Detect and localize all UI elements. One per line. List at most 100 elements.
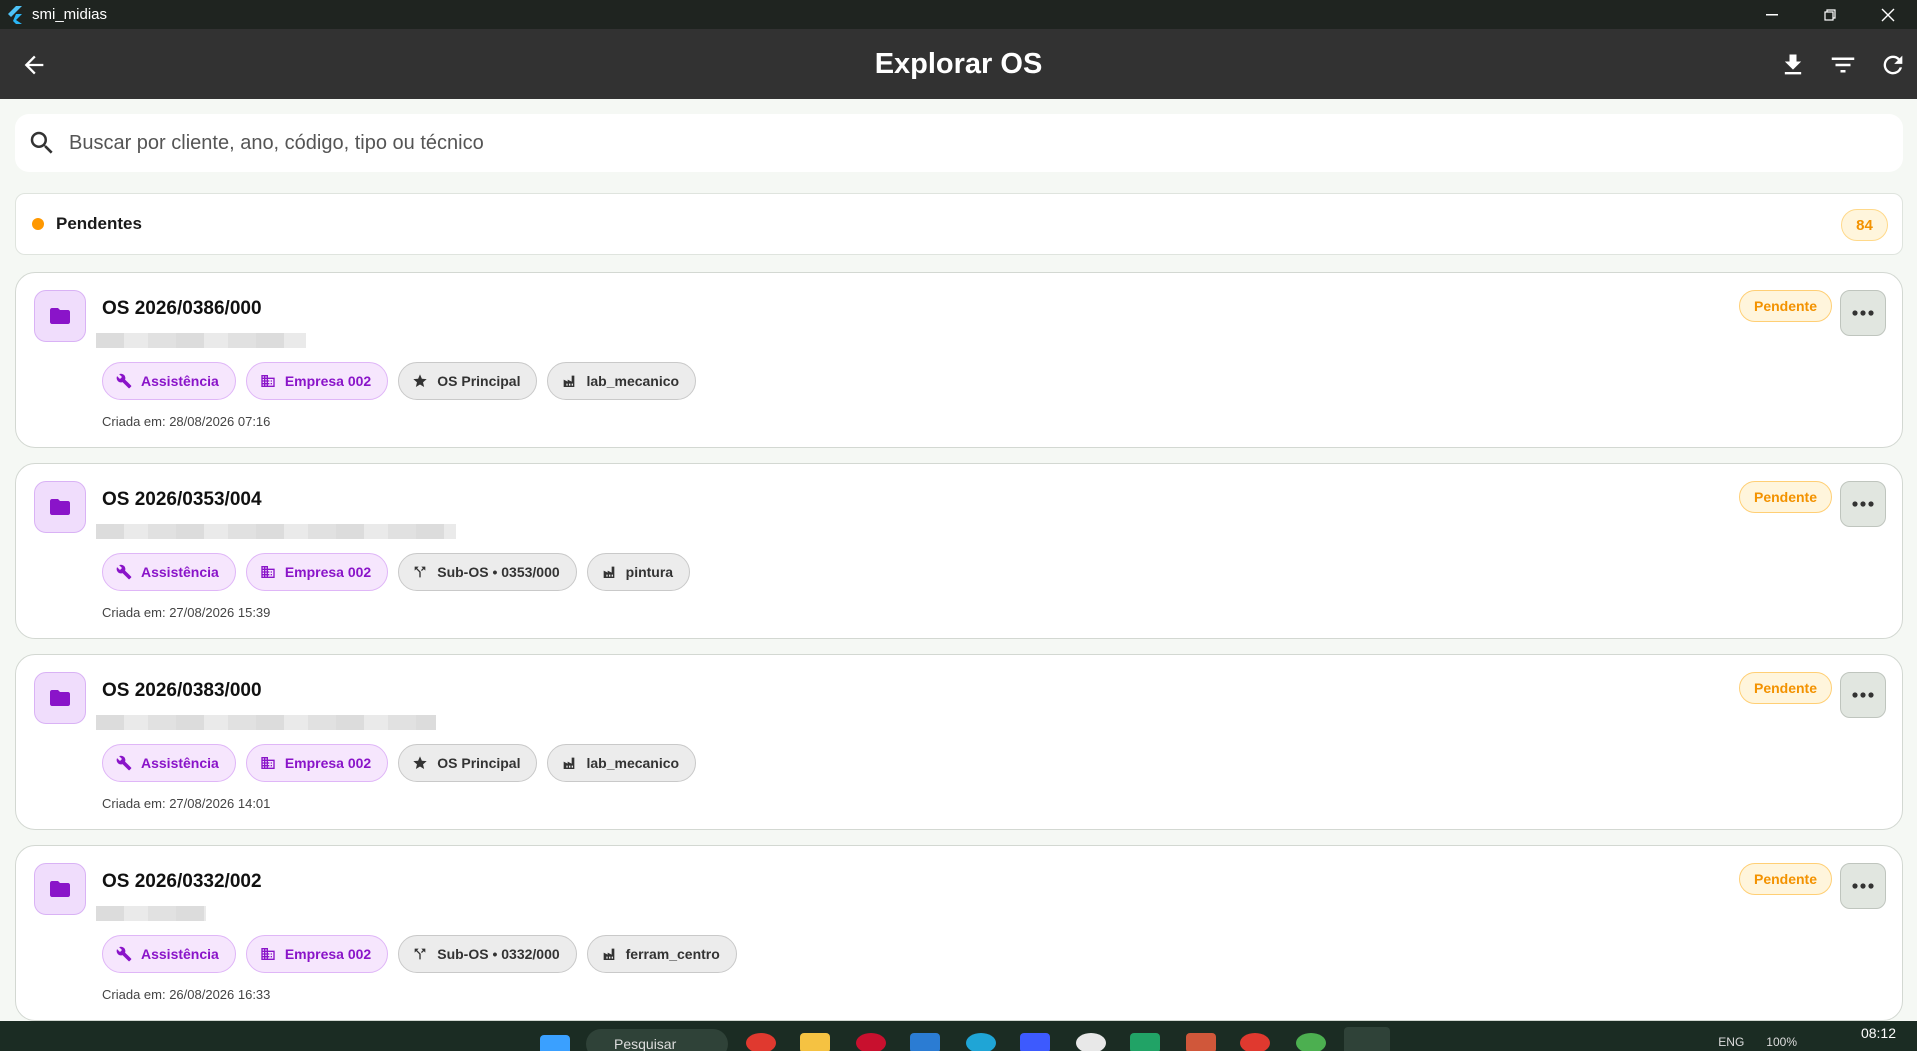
star-icon	[413, 756, 427, 769]
search-input[interactable]	[69, 131, 1849, 155]
created-date: Criada em: 26/08/2026 16:33	[102, 987, 271, 1002]
window-titlebar: smi_midias	[0, 0, 1917, 29]
redacted-client-name	[96, 524, 456, 539]
restore-button[interactable]	[1801, 0, 1859, 29]
search-bar[interactable]	[15, 114, 1903, 172]
factory-icon	[564, 757, 575, 769]
redacted-client-name	[96, 715, 436, 730]
chip-label: Empresa 002	[284, 946, 372, 962]
battery-indicator[interactable]: 100%	[1766, 1035, 1797, 1049]
chrome-icon[interactable]	[746, 1033, 776, 1051]
status-dot	[32, 218, 44, 230]
business-icon	[261, 375, 275, 387]
group-count-badge: 84	[1841, 209, 1888, 241]
file-explorer-icon[interactable]	[800, 1033, 830, 1051]
clock[interactable]: 08:12	[1861, 1025, 1896, 1041]
app-icon[interactable]	[1076, 1033, 1106, 1051]
filter-button[interactable]	[1827, 49, 1859, 81]
factory-icon	[564, 375, 575, 387]
chrome-icon[interactable]	[1240, 1033, 1270, 1051]
chip-os-kind[interactable]: OS Principal	[398, 362, 538, 400]
chip-label: Empresa 002	[284, 564, 372, 580]
chip-label: Empresa 002	[284, 373, 372, 389]
group-title: Pendentes	[56, 214, 142, 233]
chip-sector[interactable]: pintura	[586, 553, 691, 591]
windows-start-icon[interactable]	[540, 1035, 570, 1051]
chip-label: Assistência	[141, 373, 219, 389]
chip-sector[interactable]: lab_mecanico	[547, 362, 697, 400]
chip-sector[interactable]: ferram_centro	[586, 935, 737, 973]
business-icon	[261, 566, 275, 578]
language-indicator[interactable]: ENG	[1718, 1035, 1744, 1049]
os-code: OS 2026/0353/004	[102, 489, 262, 510]
redacted-client-name	[96, 333, 306, 348]
minimize-icon	[1766, 13, 1778, 15]
more-options-button[interactable]	[1840, 290, 1886, 336]
chip-type[interactable]: Assistência	[102, 935, 236, 973]
chip-type[interactable]: Assistência	[102, 744, 236, 782]
chip-label: Empresa 002	[284, 755, 372, 771]
chip-label: OS Principal	[437, 373, 521, 389]
opera-icon[interactable]	[856, 1033, 886, 1051]
chip-label: Sub-OS • 0332/000	[437, 946, 560, 962]
factory-icon	[603, 566, 614, 578]
chip-company[interactable]: Empresa 002	[245, 744, 389, 782]
wrench-icon	[116, 373, 132, 389]
chrome-icon[interactable]	[1296, 1033, 1326, 1051]
business-icon	[261, 757, 275, 769]
os-card[interactable]: OS 2026/0383/000 Assistência Empresa 002…	[15, 654, 1903, 830]
wrench-icon	[116, 755, 132, 771]
star-icon	[413, 374, 427, 387]
chip-os-kind[interactable]: Sub-OS • 0353/000	[398, 553, 577, 591]
chip-type[interactable]: Assistência	[102, 553, 236, 591]
chip-label: Assistência	[141, 564, 219, 580]
close-window-button[interactable]	[1859, 0, 1917, 29]
chip-company[interactable]: Empresa 002	[245, 935, 389, 973]
status-group-header[interactable]: Pendentes 84	[15, 193, 1903, 255]
download-button[interactable]	[1777, 49, 1809, 81]
chip-company[interactable]: Empresa 002	[245, 362, 389, 400]
chip-os-kind[interactable]: Sub-OS • 0332/000	[398, 935, 577, 973]
status-badge: Pendente	[1738, 672, 1832, 704]
refresh-button[interactable]	[1877, 49, 1909, 81]
redacted-client-name	[96, 906, 206, 921]
chip-os-kind[interactable]: OS Principal	[398, 744, 538, 782]
chip-label: lab_mecanico	[586, 755, 680, 771]
taskbar-search-label: Pesquisar	[614, 1036, 677, 1051]
edge-icon[interactable]	[966, 1033, 996, 1051]
minimize-button[interactable]	[1743, 0, 1801, 29]
status-badge: Pendente	[1738, 290, 1832, 322]
windows-taskbar: Pesquisar ENG 100% 08:12	[0, 1021, 1917, 1051]
os-card[interactable]: OS 2026/0386/000 Assistência Empresa 002…	[15, 272, 1903, 448]
app-icon[interactable]	[1186, 1033, 1216, 1051]
wrench-icon	[116, 946, 132, 962]
chip-label: Assistência	[141, 755, 219, 771]
chip-sector[interactable]: lab_mecanico	[547, 744, 697, 782]
system-tray: ENG 100%	[1718, 1035, 1797, 1049]
folder-icon	[34, 672, 86, 724]
more-horiz-icon	[1852, 883, 1874, 889]
chip-label: OS Principal	[437, 755, 521, 771]
more-options-button[interactable]	[1840, 481, 1886, 527]
page-title: Explorar OS	[874, 48, 1043, 80]
os-card[interactable]: OS 2026/0353/004 Assistência Empresa 002…	[15, 463, 1903, 639]
close-icon	[1881, 8, 1895, 21]
folder-icon	[34, 290, 86, 342]
chip-type[interactable]: Assistência	[102, 362, 236, 400]
chip-company[interactable]: Empresa 002	[245, 553, 389, 591]
app-icon[interactable]	[1020, 1033, 1050, 1051]
taskbar-search[interactable]: Pesquisar	[586, 1029, 728, 1051]
more-options-button[interactable]	[1840, 863, 1886, 909]
folder-icon	[34, 863, 86, 915]
outlook-icon[interactable]	[910, 1033, 940, 1051]
more-options-button[interactable]	[1840, 672, 1886, 718]
excel-icon[interactable]	[1130, 1033, 1160, 1051]
flutter-taskbar-icon[interactable]	[1344, 1027, 1390, 1051]
more-horiz-icon	[1852, 310, 1874, 316]
filter-list-icon	[1831, 57, 1855, 73]
os-card[interactable]: OS 2026/0332/002 Assistência Empresa 002…	[15, 845, 1903, 1021]
search-icon	[30, 131, 53, 154]
app-bar: Explorar OS	[0, 29, 1917, 99]
chip-label: Sub-OS • 0353/000	[437, 564, 560, 580]
more-horiz-icon	[1852, 692, 1874, 698]
